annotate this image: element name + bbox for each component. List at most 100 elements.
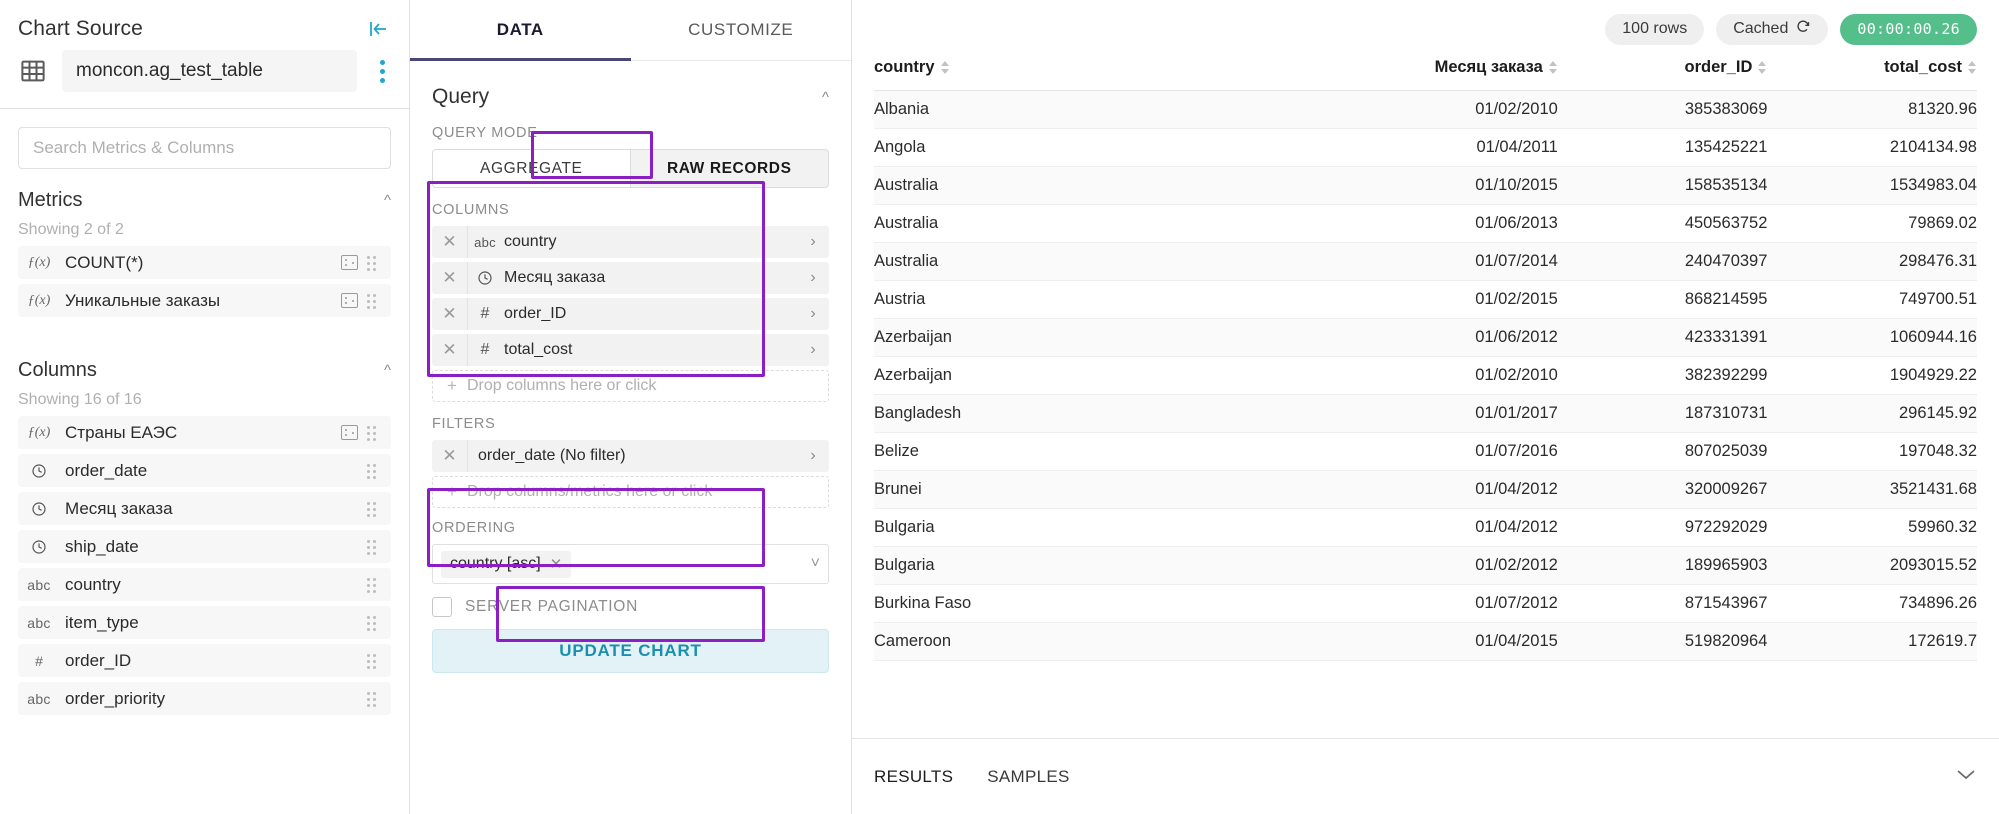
remove-icon[interactable]: ✕ — [432, 226, 468, 258]
columns-dropzone: ✕ abc country › ✕ Месяц заказа › ✕ # or — [432, 226, 829, 402]
cell-country: Cameroon — [874, 623, 1271, 661]
cell-total-cost: 81320.96 — [1767, 91, 1977, 129]
cell-month: 01/04/2012 — [1271, 471, 1558, 509]
column-chip[interactable]: ✕ Месяц заказа › — [432, 262, 829, 294]
server-pagination-checkbox[interactable] — [432, 597, 452, 617]
filters-drop-hint[interactable]: + Drop columns/metrics here or click — [432, 476, 829, 508]
column-header-order-id[interactable]: order_ID — [1558, 58, 1768, 91]
chevron-up-icon[interactable]: ^ — [822, 90, 829, 105]
remove-icon[interactable]: ✕ — [432, 440, 468, 472]
table-row: Angola01/04/20111354252212104134.98 — [874, 129, 1977, 167]
cached-chip[interactable]: Cached — [1716, 14, 1828, 45]
datasource-name[interactable]: moncon.ag_test_table — [62, 50, 357, 92]
cell-order-id: 807025039 — [1558, 433, 1768, 471]
text-type-icon: abc — [22, 691, 56, 707]
aggregate-mode-button[interactable]: AGGREGATE — [432, 149, 631, 188]
sort-icon[interactable] — [1758, 61, 1767, 74]
column-header-month[interactable]: Месяц заказа — [1271, 58, 1558, 91]
column-item[interactable]: order_date — [18, 454, 391, 487]
column-chip[interactable]: ✕ abc country › — [432, 226, 829, 258]
query-timer-chip: 00:00:00.26 — [1840, 14, 1977, 45]
server-pagination-row[interactable]: SERVER PAGINATION — [432, 597, 829, 617]
column-header-total-cost[interactable]: total_cost — [1767, 58, 1977, 91]
function-icon: ƒ(x) — [22, 425, 56, 441]
chevron-up-icon[interactable]: ^ — [384, 363, 391, 378]
chevron-right-icon[interactable]: › — [797, 440, 829, 472]
drag-handle-icon[interactable] — [367, 692, 381, 706]
sort-icon[interactable] — [1968, 61, 1977, 74]
column-label: order_ID — [65, 651, 358, 671]
header-label: Месяц заказа — [1435, 58, 1543, 77]
raw-records-mode-button[interactable]: RAW RECORDS — [631, 149, 830, 188]
chevron-down-icon[interactable]: ˅ — [811, 555, 820, 573]
update-chart-button[interactable]: UPDATE CHART — [432, 629, 829, 673]
collapse-panel-icon[interactable] — [365, 16, 391, 42]
drag-handle-icon[interactable] — [367, 654, 381, 668]
column-item[interactable]: abc item_type — [18, 606, 391, 639]
cell-month: 01/04/2015 — [1271, 623, 1558, 661]
cell-total-cost: 2093015.52 — [1767, 547, 1977, 585]
sort-icon[interactable] — [941, 61, 950, 74]
table-row: Azerbaijan01/06/20124233313911060944.16 — [874, 319, 1977, 357]
metrics-section-header[interactable]: Metrics ^ — [18, 189, 391, 212]
tab-samples[interactable]: SAMPLES — [987, 767, 1069, 787]
column-item[interactable]: Месяц заказа — [18, 492, 391, 525]
remove-icon[interactable]: ✕ — [432, 262, 468, 294]
tab-customize[interactable]: CUSTOMIZE — [631, 0, 852, 60]
filter-chip[interactable]: ✕ order_date (No filter) › — [432, 440, 829, 472]
chevron-right-icon[interactable]: › — [797, 298, 829, 330]
datasource-row: moncon.ag_test_table — [0, 44, 409, 109]
datasource-menu-icon[interactable] — [371, 56, 393, 86]
drag-handle-icon[interactable] — [367, 502, 381, 516]
search-input[interactable] — [18, 127, 391, 169]
cell-month: 01/02/2012 — [1271, 547, 1558, 585]
function-icon: ƒ(x) — [22, 293, 56, 309]
drag-handle-icon[interactable] — [367, 540, 381, 554]
column-item[interactable]: # order_ID — [18, 644, 391, 677]
drag-handle-icon[interactable] — [367, 294, 381, 308]
search-wrapper — [0, 109, 409, 173]
drag-handle-icon[interactable] — [367, 464, 381, 478]
sort-icon[interactable] — [1549, 61, 1558, 74]
remove-icon[interactable]: ✕ — [432, 298, 468, 330]
column-header-country[interactable]: country — [874, 58, 1271, 91]
metric-item[interactable]: ƒ(x) Уникальные заказы — [18, 284, 391, 317]
column-chip-label: Месяц заказа — [502, 269, 797, 287]
tab-data[interactable]: DATA — [410, 0, 631, 60]
metric-label: COUNT(*) — [65, 253, 330, 273]
chevron-right-icon[interactable]: › — [797, 334, 829, 366]
column-item[interactable]: abc order_priority — [18, 682, 391, 715]
cell-order-id: 972292029 — [1558, 509, 1768, 547]
query-header[interactable]: Query ^ — [432, 61, 829, 125]
cell-country: Azerbaijan — [874, 319, 1271, 357]
cell-month: 01/10/2015 — [1271, 167, 1558, 205]
column-item[interactable]: ship_date — [18, 530, 391, 563]
tab-results[interactable]: RESULTS — [874, 767, 953, 787]
chevron-right-icon[interactable]: › — [797, 226, 829, 258]
chevron-up-icon[interactable]: ^ — [384, 193, 391, 208]
chevron-down-icon[interactable] — [1955, 767, 1977, 786]
remove-icon[interactable]: ✕ — [432, 334, 468, 366]
ordering-select[interactable]: country [asc] ✕ ˅ — [432, 544, 829, 584]
drag-handle-icon[interactable] — [367, 256, 381, 270]
column-item[interactable]: ƒ(x) Страны ЕАЭС — [18, 416, 391, 449]
columns-drop-hint[interactable]: + Drop columns here or click — [432, 370, 829, 402]
number-type-icon: # — [468, 341, 502, 359]
chevron-right-icon[interactable]: › — [797, 262, 829, 294]
column-label: order_date — [65, 461, 358, 481]
column-item[interactable]: abc country — [18, 568, 391, 601]
drag-handle-icon[interactable] — [367, 616, 381, 630]
cell-total-cost: 59960.32 — [1767, 509, 1977, 547]
refresh-icon[interactable] — [1796, 19, 1811, 39]
column-label: ship_date — [65, 537, 358, 557]
ordering-pill[interactable]: country [asc] ✕ — [441, 551, 571, 578]
metric-item[interactable]: ƒ(x) COUNT(*) — [18, 246, 391, 279]
remove-icon[interactable]: ✕ — [550, 555, 563, 573]
drag-handle-icon[interactable] — [367, 578, 381, 592]
drag-handle-icon[interactable] — [367, 426, 381, 440]
column-chip[interactable]: ✕ # total_cost › — [432, 334, 829, 366]
metrics-title: Metrics — [18, 189, 82, 212]
columns-section-header[interactable]: Columns ^ — [18, 359, 391, 382]
column-chip[interactable]: ✕ # order_ID › — [432, 298, 829, 330]
cell-order-id: 871543967 — [1558, 585, 1768, 623]
